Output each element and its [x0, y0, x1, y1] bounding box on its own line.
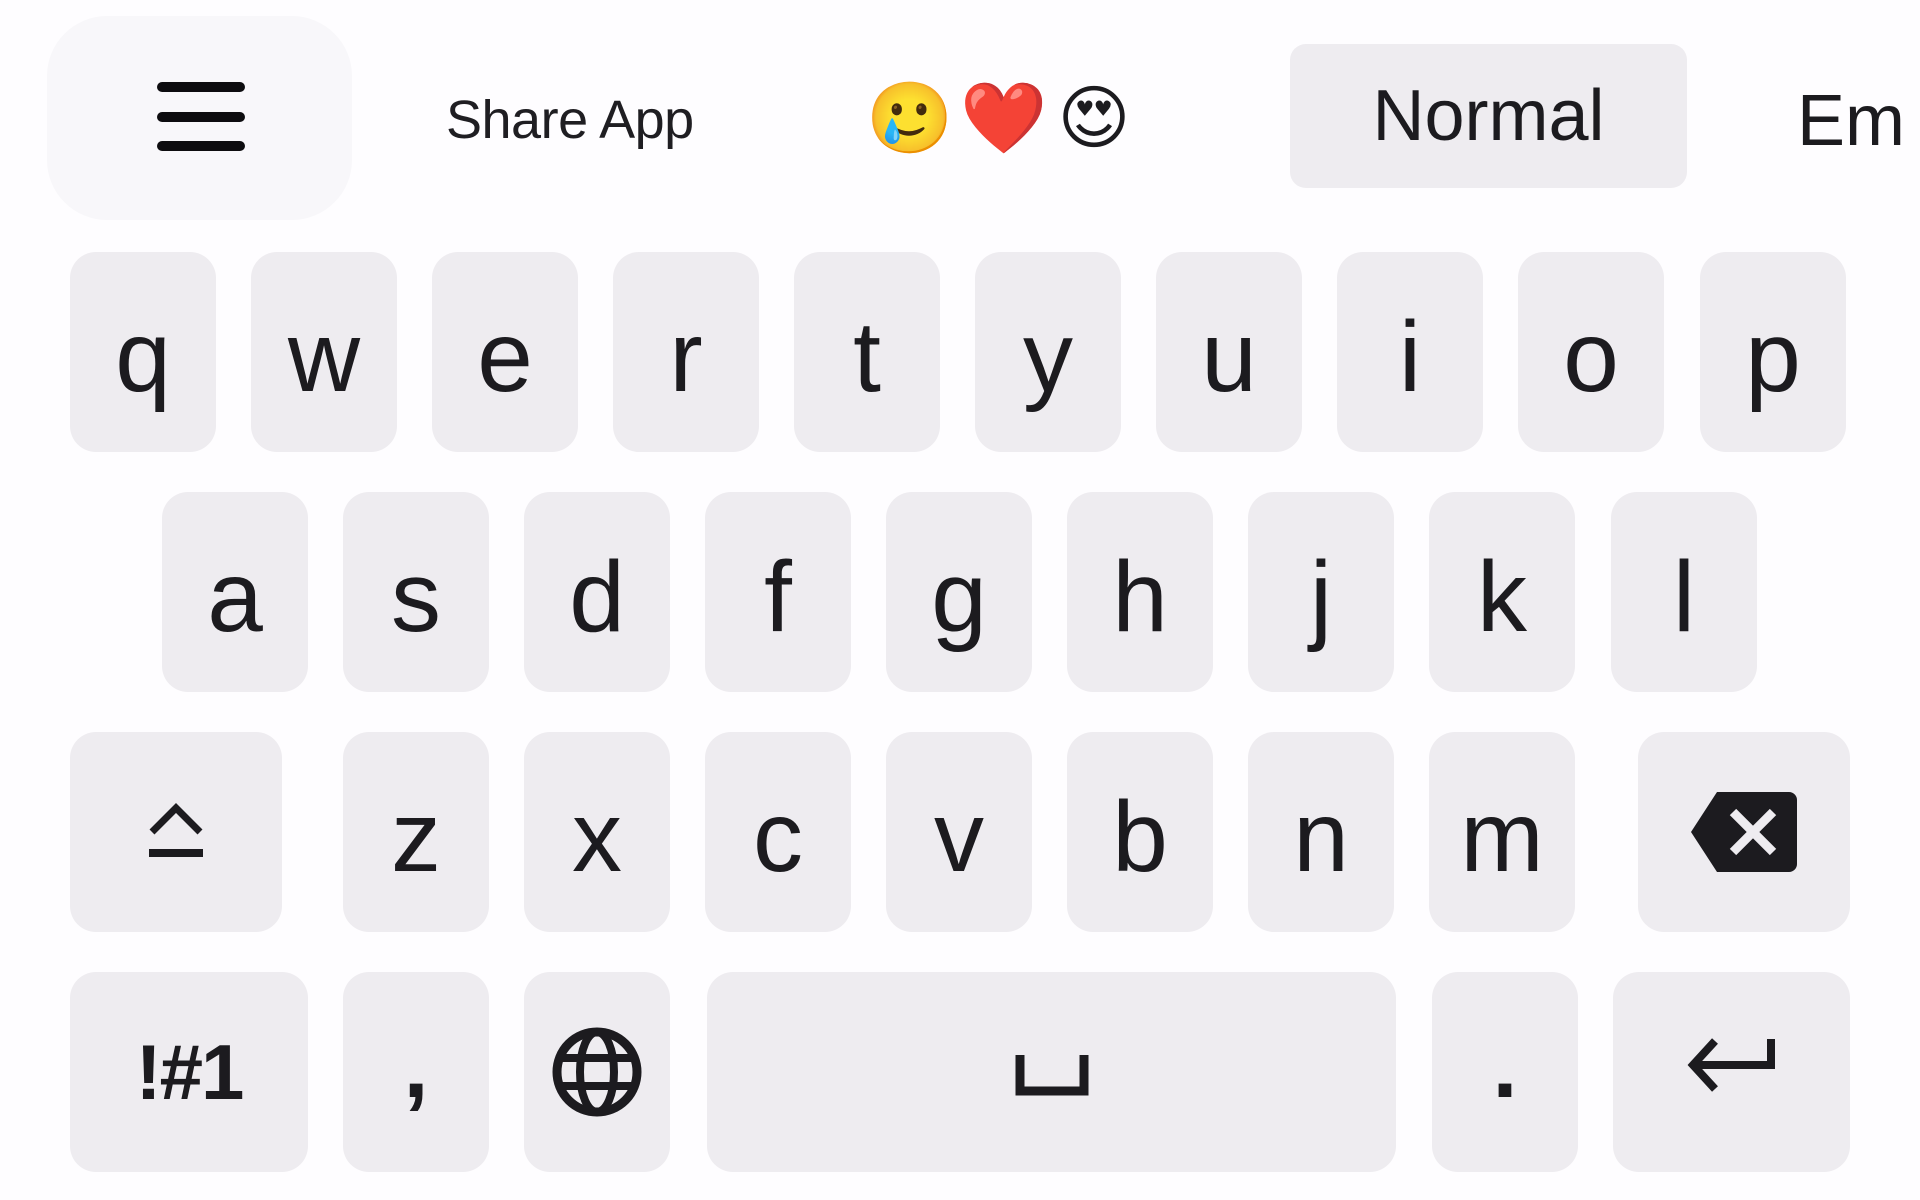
backspace-icon: [1691, 792, 1797, 872]
shift-icon: [149, 803, 203, 857]
key-s[interactable]: s: [343, 492, 489, 692]
key-label: c: [753, 781, 803, 893]
key-e[interactable]: e: [432, 252, 578, 452]
menu-button[interactable]: [47, 16, 352, 220]
red-heart-emoji[interactable]: ❤️: [960, 76, 1047, 160]
key-label: n: [1293, 781, 1349, 893]
key-n[interactable]: n: [1248, 732, 1394, 932]
key-b[interactable]: b: [1067, 732, 1213, 932]
key-label: g: [931, 541, 987, 653]
key-t[interactable]: t: [794, 252, 940, 452]
key-a[interactable]: a: [162, 492, 308, 692]
key-label: b: [1112, 781, 1168, 893]
space-key[interactable]: [707, 972, 1396, 1172]
symbols-key-label: !#1: [135, 1028, 245, 1116]
key-d[interactable]: d: [524, 492, 670, 692]
key-label: i: [1398, 301, 1422, 413]
key-label: a: [207, 541, 263, 653]
key-label: d: [569, 541, 625, 653]
key-f[interactable]: f: [705, 492, 851, 692]
share-app-button[interactable]: Share App: [446, 88, 694, 152]
key-w[interactable]: w: [251, 252, 397, 452]
key-k[interactable]: k: [1429, 492, 1575, 692]
key-m[interactable]: m: [1429, 732, 1575, 932]
key-v[interactable]: v: [886, 732, 1032, 932]
key-label: x: [572, 781, 622, 893]
key-o[interactable]: o: [1518, 252, 1664, 452]
period-key-label: .: [1492, 1017, 1518, 1117]
mode-tab-normal-label: Normal: [1372, 76, 1605, 156]
key-label: q: [115, 301, 171, 413]
key-label: w: [287, 301, 361, 413]
key-label: e: [477, 301, 533, 413]
key-z[interactable]: z: [343, 732, 489, 932]
key-q[interactable]: q: [70, 252, 216, 452]
mode-tab-normal[interactable]: Normal: [1290, 44, 1687, 188]
heart-eyes-emoji[interactable]: 😍: [1054, 76, 1134, 160]
key-label: s: [391, 541, 441, 653]
key-label: v: [934, 781, 984, 893]
space-bar-icon: [1015, 1055, 1088, 1096]
key-label: m: [1460, 781, 1544, 893]
key-c[interactable]: c: [705, 732, 851, 932]
key-label: o: [1563, 301, 1619, 413]
key-i[interactable]: i: [1337, 252, 1483, 452]
key-label: y: [1023, 301, 1073, 413]
period-key[interactable]: .: [1432, 972, 1578, 1172]
key-p[interactable]: p: [1700, 252, 1846, 452]
key-label: h: [1112, 541, 1168, 653]
comma-key[interactable]: ,: [343, 972, 489, 1172]
key-h[interactable]: h: [1067, 492, 1213, 692]
key-label: l: [1672, 541, 1696, 653]
symbols-key[interactable]: !#1: [70, 972, 308, 1172]
comma-key-label: ,: [403, 1017, 429, 1117]
enter-icon: [1687, 1038, 1775, 1092]
key-g[interactable]: g: [886, 492, 1032, 692]
key-label: z: [391, 781, 441, 893]
backspace-key[interactable]: [1638, 732, 1850, 932]
key-j[interactable]: j: [1248, 492, 1394, 692]
key-label: u: [1201, 301, 1257, 413]
enter-key[interactable]: [1613, 972, 1850, 1172]
key-label: f: [764, 541, 792, 653]
key-label: t: [853, 301, 881, 413]
shift-key[interactable]: [70, 732, 282, 932]
smiling-face-with-tear-emoji[interactable]: 🥲: [866, 76, 953, 160]
key-label: p: [1745, 301, 1801, 413]
key-l[interactable]: l: [1611, 492, 1757, 692]
mode-tab-emoji[interactable]: Em: [1797, 76, 1907, 166]
key-label: r: [669, 301, 703, 413]
globe-icon: [552, 1027, 642, 1117]
language-key[interactable]: [524, 972, 670, 1172]
key-u[interactable]: u: [1156, 252, 1302, 452]
key-r[interactable]: r: [613, 252, 759, 452]
key-x[interactable]: x: [524, 732, 670, 932]
key-label: k: [1477, 541, 1527, 653]
key-label: j: [1309, 541, 1333, 653]
key-y[interactable]: y: [975, 252, 1121, 452]
